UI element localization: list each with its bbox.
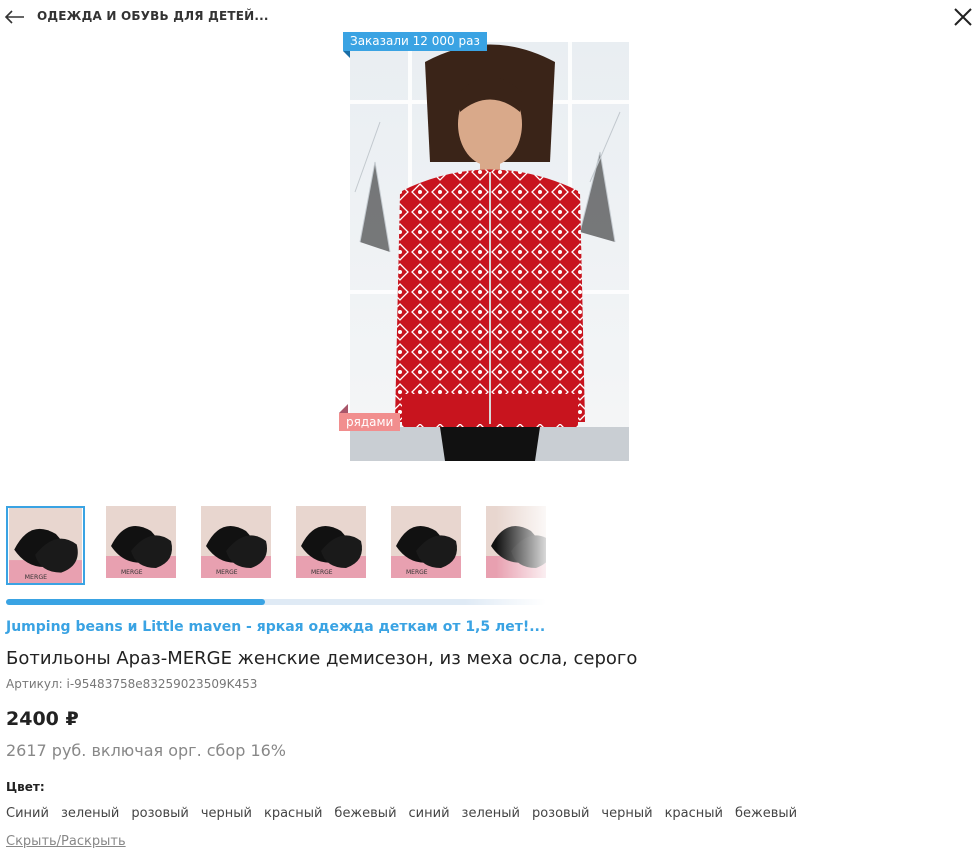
thumbnail-fade <box>496 506 546 586</box>
thumbnail-3[interactable]: MERGE <box>201 506 271 578</box>
main-product-image[interactable] <box>350 42 629 461</box>
product-title: Ботильоны Араз-MERGE женские демисезон, … <box>6 648 638 669</box>
color-option[interactable]: розовый <box>532 806 589 821</box>
color-option[interactable]: зеленый <box>462 806 520 821</box>
color-option[interactable]: красный <box>264 806 322 821</box>
rows-badge: рядами <box>339 413 401 431</box>
thumbnail-5[interactable]: MERGE <box>391 506 461 578</box>
color-label: Цвет: <box>6 780 45 794</box>
thumbnail-1[interactable]: MERGE <box>6 506 85 585</box>
orders-badge: Заказали 12 000 раз <box>343 32 487 51</box>
product-article: Артикул: i-95483758e83259023509K453 <box>6 677 258 691</box>
arrow-left-icon[interactable] <box>4 6 26 28</box>
shop-link[interactable]: Jumping beans и Little maven - яркая оде… <box>6 619 545 635</box>
color-option[interactable]: черный <box>201 806 252 821</box>
thumbnail-2[interactable]: MERGE <box>106 506 176 578</box>
top-bar: ОДЕЖДА И ОБУВЬ ДЛЯ ДЕТЕЙ... <box>0 0 980 34</box>
price-note: 2617 руб. включая орг. сбор 16% <box>6 741 287 760</box>
color-option[interactable]: бежевый <box>334 806 396 821</box>
close-icon[interactable] <box>951 5 975 29</box>
gallery-scroll-thumb[interactable] <box>6 599 265 605</box>
color-option[interactable]: розовый <box>131 806 188 821</box>
rows-badge-fold <box>339 404 348 413</box>
svg-text:MERGE: MERGE <box>406 569 428 576</box>
svg-text:MERGE: MERGE <box>25 574 48 581</box>
color-option[interactable]: синий <box>409 806 450 821</box>
toggle-link[interactable]: Скрыть/Раскрыть <box>6 834 126 849</box>
color-options: Синий зеленый розовый черный красный бежевый с… <box>6 806 809 821</box>
svg-text:MERGE: MERGE <box>216 569 238 576</box>
thumbnail-4[interactable]: MERGE <box>296 506 366 578</box>
color-option[interactable]: черный <box>601 806 652 821</box>
breadcrumb[interactable]: ОДЕЖДА И ОБУВЬ ДЛЯ ДЕТЕЙ... <box>37 9 269 23</box>
thumbnail-strip[interactable]: MERGE MERGE MERGE MERGE MERGE <box>6 506 546 586</box>
color-option[interactable]: зеленый <box>61 806 119 821</box>
svg-text:MERGE: MERGE <box>311 569 333 576</box>
color-option[interactable]: Синий <box>6 806 49 821</box>
color-option[interactable]: бежевый <box>735 806 797 821</box>
color-option[interactable]: красный <box>665 806 723 821</box>
orders-badge-fold <box>343 51 350 58</box>
svg-text:MERGE: MERGE <box>121 569 143 576</box>
product-price: 2400 ₽ <box>6 708 79 730</box>
